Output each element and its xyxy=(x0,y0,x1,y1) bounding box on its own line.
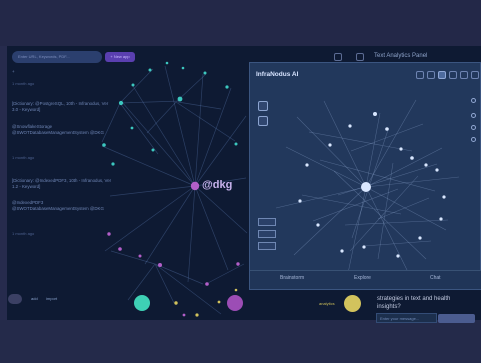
layout-icon[interactable] xyxy=(449,71,457,79)
brainstorm-button[interactable]: Brainstorm xyxy=(280,275,304,281)
zoom-in-icon[interactable] xyxy=(471,113,476,118)
send-button[interactable] xyxy=(438,314,475,323)
fit-icon[interactable] xyxy=(471,137,476,142)
add-label: add xyxy=(31,296,38,301)
infranodus-ai-dialog: InfraNodus AI Brainstorm Explore Chat xyxy=(249,62,481,290)
graph-settings-icon[interactable] xyxy=(334,53,342,61)
delete-icon[interactable] xyxy=(471,71,479,79)
app-root: Enter URL, Keywords, PDF... + New app Te… xyxy=(0,0,481,363)
list-icon[interactable] xyxy=(416,71,424,79)
dialog-title: InfraNodus AI xyxy=(256,71,299,78)
explore-button[interactable]: Explore xyxy=(354,275,371,281)
filter-icon[interactable] xyxy=(438,71,446,79)
dialog-toolbar xyxy=(416,71,481,81)
edit-icon[interactable] xyxy=(427,71,435,79)
left-filter-box[interactable] xyxy=(258,218,276,226)
top-bar xyxy=(0,0,481,46)
refresh-icon[interactable] xyxy=(471,98,476,103)
import-label: import xyxy=(46,296,58,301)
chat-button[interactable]: Chat xyxy=(430,275,441,281)
teal-node-icon[interactable] xyxy=(134,295,150,311)
menu-icon[interactable] xyxy=(356,53,364,61)
message-input[interactable]: Enter your message... xyxy=(376,313,437,323)
yellow-node-icon[interactable] xyxy=(344,295,361,312)
left-filter-box[interactable] xyxy=(258,230,276,238)
dialog-graph[interactable] xyxy=(254,93,478,327)
purple-node-icon[interactable] xyxy=(227,295,243,311)
center-node-label[interactable]: @dkg xyxy=(202,179,232,191)
zoom-out-icon[interactable] xyxy=(471,125,476,130)
expand-icon[interactable] xyxy=(460,71,468,79)
prompt-text: strategies in text and health insights? xyxy=(377,296,451,310)
analytics-tag: analytics xyxy=(319,301,335,306)
bottom-toggle[interactable] xyxy=(8,294,22,304)
left-filter-box[interactable] xyxy=(258,242,276,250)
text-analytics-panel-title: Text Analytics Panel xyxy=(374,53,428,59)
dialog-footer: Brainstorm Explore Chat xyxy=(250,270,481,289)
